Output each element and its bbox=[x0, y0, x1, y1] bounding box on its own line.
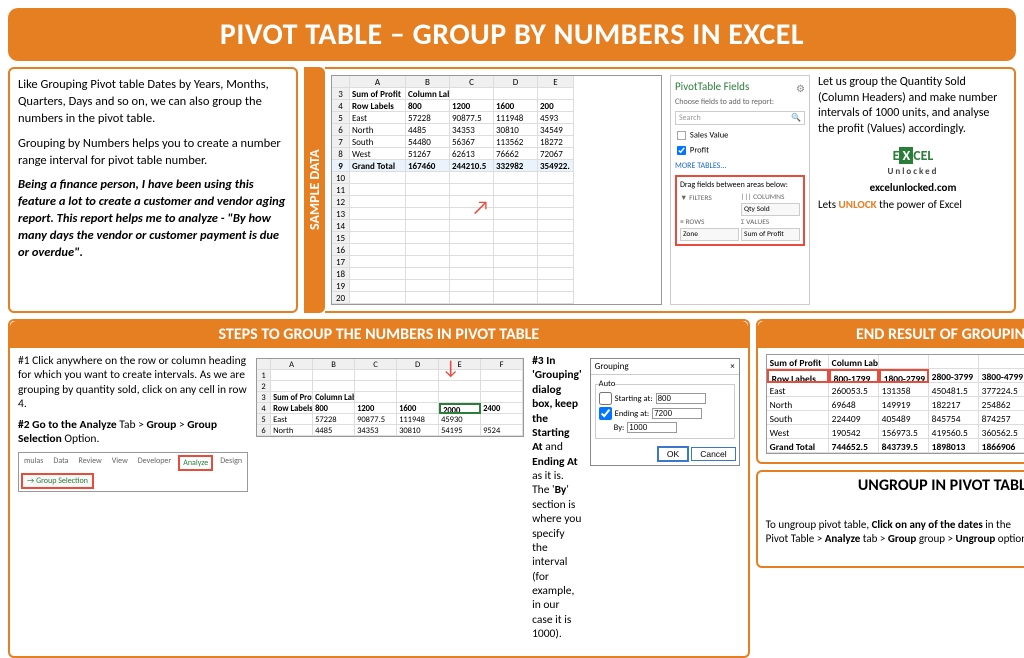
intro-p2: Grouping by Numbers helps you to create … bbox=[18, 136, 288, 170]
page-title: PIVOT TABLE – GROUP BY NUMBERS IN EXCEL bbox=[16, 16, 1008, 53]
mini-excel: ABCDEF 1 2 3Sum of ProfitColumn Labels 4… bbox=[256, 358, 524, 437]
pivottable-fields-pane: PivotTable Fields ⚙ Choose fields to add… bbox=[670, 75, 810, 305]
step-1: #1 Click anywhere on the row or column h… bbox=[18, 354, 248, 412]
logo: EXCEL Unlocked bbox=[818, 147, 1008, 177]
step-3: #3 In 'Grouping' dialog box, keep the St… bbox=[532, 354, 582, 642]
pivot-sum-label: Sum of Profit bbox=[350, 88, 406, 100]
ending-at-input[interactable] bbox=[652, 408, 702, 419]
group-selection-button[interactable]: → Group Selection bbox=[21, 473, 94, 489]
cancel-button[interactable]: Cancel bbox=[691, 447, 735, 461]
filters-area[interactable]: FILTERS bbox=[689, 194, 712, 203]
columns-value[interactable]: Qty Sold bbox=[741, 203, 800, 216]
range-800-1799: 800-1799 bbox=[829, 369, 879, 383]
col-c: C bbox=[450, 76, 494, 88]
step-2: #2 Go to the Analyze Tab > Group > Group… bbox=[18, 418, 248, 447]
range-1800-2799: 1800-2799 bbox=[879, 369, 929, 383]
red-arrow-icon: ↗ bbox=[472, 196, 490, 220]
grouping-dialog: Grouping× Auto Starting at: Ending at: B… bbox=[590, 358, 740, 466]
right-desc: Let us group the Quantity Sold (Column H… bbox=[818, 75, 1008, 305]
excel-screenshot: A B C D E 3Sum of ProfitColumn Labels 4R… bbox=[331, 75, 662, 305]
close-icon[interactable]: × bbox=[730, 361, 734, 372]
dialog-title: Grouping bbox=[595, 361, 629, 372]
intro-p1: Like Grouping Pivot table Dates by Years… bbox=[18, 77, 288, 128]
rows-area[interactable]: ROWS bbox=[685, 218, 704, 227]
ok-button[interactable]: OK bbox=[657, 446, 689, 462]
col-b: B bbox=[406, 76, 450, 88]
drag-label: Drag fields between areas below: bbox=[680, 180, 800, 190]
fields-subtitle: Choose fields to add to report: bbox=[675, 97, 805, 107]
by-input[interactable] bbox=[627, 422, 677, 433]
drag-area: Drag fields between areas below: ▼ FILTE… bbox=[675, 175, 805, 246]
starting-at-input[interactable] bbox=[656, 393, 706, 404]
values-value[interactable]: Sum of Profit bbox=[741, 228, 800, 241]
intro-p3: Being a finance person, I have been usin… bbox=[18, 177, 288, 261]
steps-header: STEPS TO GROUP THE NUMBERS IN PIVOT TABL… bbox=[10, 321, 748, 348]
sample-label: SAMPLE DATA bbox=[304, 67, 325, 313]
starting-at-checkbox[interactable] bbox=[599, 392, 612, 405]
fields-title: PivotTable Fields bbox=[675, 80, 749, 93]
tab-analyze[interactable]: Analyze bbox=[178, 455, 213, 471]
chk-profit[interactable]: Profit bbox=[675, 144, 805, 157]
end-result-box: END RESULT OF GROUPING Sum of ProfitColu… bbox=[756, 319, 1024, 464]
col-a: A bbox=[350, 76, 406, 88]
ungroup-box: UNGROUP IN PIVOT TABLE To ungroup pivot … bbox=[756, 470, 1024, 568]
selected-cell[interactable]: 2000 bbox=[439, 403, 481, 414]
rows-value[interactable]: Zone bbox=[680, 228, 739, 241]
row-labels-red: Row Labels bbox=[767, 369, 829, 383]
values-area[interactable]: VALUES bbox=[746, 218, 769, 227]
steps-box: STEPS TO GROUP THE NUMBERS IN PIVOT TABL… bbox=[8, 319, 750, 658]
sample-data-section: SAMPLE DATA A B C D E 3Sum of ProfitColu… bbox=[304, 67, 1016, 313]
chk-sales-value[interactable]: Sales Value bbox=[675, 129, 805, 142]
row-labels-hdr: Row Labels bbox=[350, 100, 406, 112]
ribbon-screenshot: mulas Data Review View Developer Analyze… bbox=[18, 452, 248, 492]
columns-area[interactable]: COLUMNS bbox=[753, 193, 784, 202]
ungroup-header: UNGROUP IN PIVOT TABLE bbox=[758, 472, 1024, 499]
gear-icon[interactable]: ⚙ bbox=[796, 82, 805, 95]
url: excelunlocked.com bbox=[818, 181, 1008, 195]
tagline: Lets UNLOCK the power of Excel bbox=[818, 198, 1008, 212]
pivot-col-label: Column Labels bbox=[406, 88, 450, 100]
end-header: END RESULT OF GROUPING bbox=[758, 321, 1024, 348]
search-input[interactable]: Search🔍 bbox=[675, 111, 805, 125]
ungroup-text: To ungroup pivot table, Click on any of … bbox=[766, 518, 1024, 546]
search-icon: 🔍 bbox=[791, 113, 801, 123]
right-p1: Let us group the Quantity Sold (Column H… bbox=[818, 75, 1008, 137]
intro-box: Like Grouping Pivot table Dates by Years… bbox=[8, 67, 298, 313]
grand-total-label: Grand Total bbox=[350, 160, 406, 172]
more-tables-link[interactable]: MORE TABLES... bbox=[675, 161, 805, 171]
ending-at-checkbox[interactable] bbox=[599, 407, 612, 420]
title-bar: PIVOT TABLE – GROUP BY NUMBERS IN EXCEL bbox=[8, 8, 1016, 61]
col-e: E bbox=[538, 76, 574, 88]
col-d: D bbox=[494, 76, 538, 88]
